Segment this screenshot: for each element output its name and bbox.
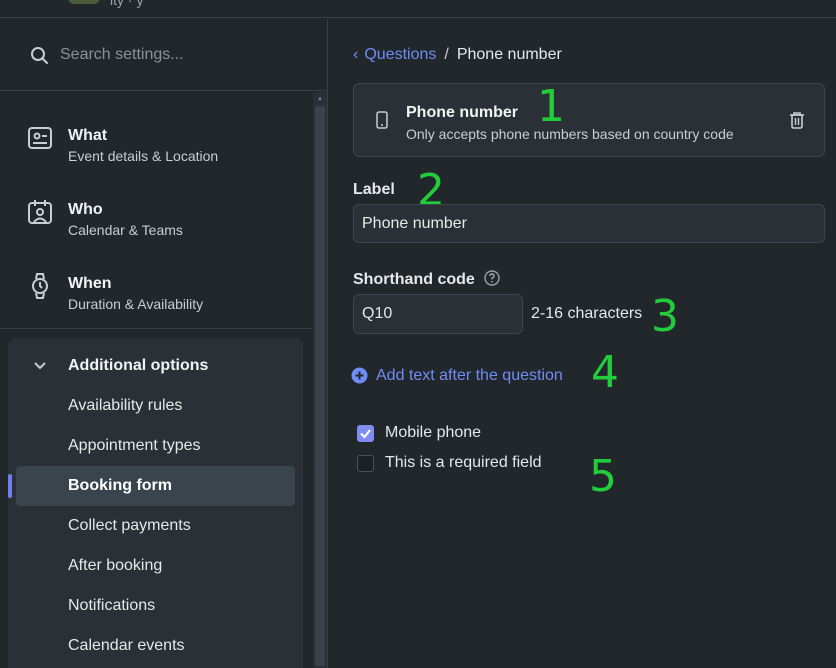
sidebar-item-label: Availability rules <box>68 397 183 414</box>
scrollbar-thumb[interactable] <box>315 106 325 666</box>
scroll-up-icon[interactable]: ▲ <box>317 96 323 102</box>
annotation-1: 1 <box>537 81 565 132</box>
add-text-label: Add text after the question <box>376 367 563 384</box>
top-bar: ity · y <box>0 0 836 18</box>
annotation-3: 3 <box>651 291 679 342</box>
search-bar <box>0 19 327 91</box>
sidebar-item-label: Calendar events <box>68 637 185 654</box>
chevron-left-icon[interactable]: ‹ <box>353 46 358 64</box>
sidebar-item-collect-payments[interactable]: Collect payments <box>16 506 295 546</box>
shorthand-code-hint: 2-16 characters <box>531 305 643 322</box>
sidebar-divider <box>0 328 312 329</box>
sidebar-item-label: Collect payments <box>68 517 191 534</box>
field-type-title: Phone number <box>406 104 519 121</box>
breadcrumb-current: Phone number <box>456 46 562 63</box>
sidebar-item-label: Booking form <box>68 477 172 494</box>
help-icon[interactable] <box>484 270 500 286</box>
sidebar-item-calendar-events[interactable]: Calendar events <box>16 626 295 666</box>
sidebar-item-title: When <box>68 275 112 292</box>
sidebar-scrollbar[interactable]: ▲ <box>313 92 327 668</box>
sidebar-item-subtitle: Calendar & Teams <box>68 222 183 238</box>
sidebar-item-booking-form[interactable]: Booking form <box>8 466 295 506</box>
checkbox-label: Mobile phone <box>385 424 482 441</box>
field-type-card: Phone number Only accepts phone numbers … <box>353 83 825 157</box>
app-logo <box>68 0 100 4</box>
search-input[interactable] <box>60 39 300 71</box>
shorthand-code-input[interactable] <box>353 294 523 334</box>
phone-icon <box>376 111 388 129</box>
sidebar-item-after-booking[interactable]: After booking <box>16 546 295 586</box>
label-field-title: Label <box>353 181 395 198</box>
breadcrumb-separator: / <box>444 46 449 63</box>
sidebar-item-label: After booking <box>68 557 163 574</box>
calendar-user-icon <box>28 200 52 224</box>
sidebar-item-title: Who <box>68 201 103 218</box>
checkbox-checked[interactable] <box>357 425 374 442</box>
main-panel: ‹ Questions / Phone number Phone number Onl… <box>329 19 836 668</box>
annotation-5: 5 <box>589 451 617 502</box>
sidebar-item-label: Appointment types <box>68 437 201 454</box>
additional-options-panel: Additional options Availability rules Ap… <box>8 338 303 668</box>
id-card-icon <box>28 127 52 149</box>
search-icon <box>31 47 48 64</box>
checkbox-unchecked[interactable] <box>357 455 374 472</box>
sidebar-item-what[interactable]: What Event details & Location <box>0 100 312 174</box>
active-indicator <box>8 474 12 498</box>
checkbox-label: This is a required field <box>385 454 542 471</box>
label-input[interactable] <box>353 204 825 243</box>
sidebar-item-subtitle: Event details & Location <box>68 148 219 164</box>
sidebar-item-subtitle: Duration & Availability <box>68 296 204 312</box>
trash-icon[interactable] <box>787 110 807 130</box>
app-title: ity · y <box>110 0 144 8</box>
additional-options-label: Additional options <box>68 357 209 374</box>
sidebar: What Event details & Location Who Calend… <box>0 19 328 668</box>
chevron-down-icon <box>34 362 46 370</box>
sidebar-item-label: Notifications <box>68 597 156 614</box>
shorthand-code-title: Shorthand code <box>353 271 475 288</box>
sidebar-item-notifications[interactable]: Notifications <box>16 586 295 626</box>
watch-icon <box>32 273 48 299</box>
breadcrumb: ‹ Questions / Phone number <box>353 46 562 64</box>
sidebar-item-who[interactable]: Who Calendar & Teams <box>0 174 312 248</box>
sidebar-item-availability-rules[interactable]: Availability rules <box>16 386 295 426</box>
breadcrumb-questions-link[interactable]: Questions <box>364 46 436 63</box>
sidebar-item-appointment-types[interactable]: Appointment types <box>16 426 295 466</box>
annotation-4: 4 <box>591 347 619 398</box>
field-type-description: Only accepts phone numbers based on coun… <box>406 126 734 142</box>
sidebar-item-when[interactable]: When Duration & Availability <box>0 248 312 322</box>
plus-circle-icon <box>351 367 368 384</box>
sidebar-item-title: What <box>68 127 108 144</box>
